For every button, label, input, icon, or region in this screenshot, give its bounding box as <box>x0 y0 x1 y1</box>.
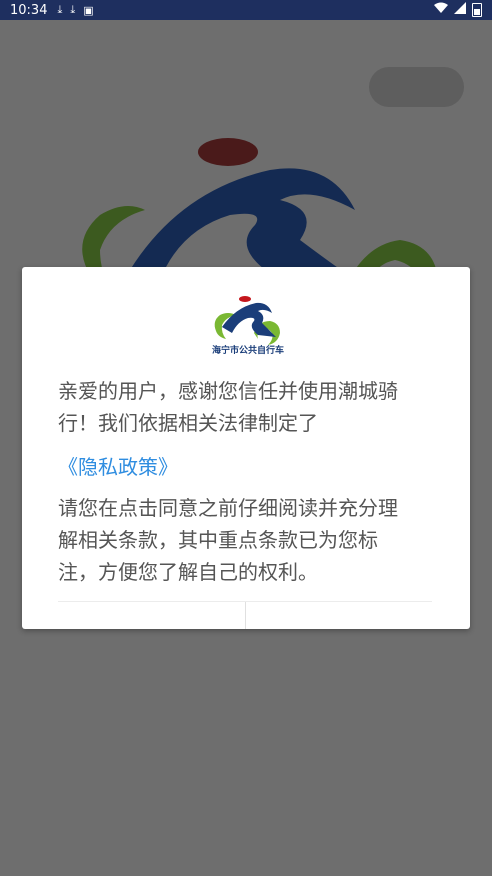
privacy-intro-text: 亲爱的用户，感谢您信任并使用潮城骑行！我们依据相关法律制定了 <box>58 379 398 435</box>
privacy-policy-link[interactable]: 《隐私政策》 <box>58 451 178 483</box>
disagree-button[interactable] <box>58 602 244 629</box>
status-bar: 10:34 ⤓ ⤓ ▣ <box>0 0 492 20</box>
privacy-dialog: 海宁市公共自行车 亲爱的用户，感谢您信任并使用潮城骑行！我们依据相关法律制定了 … <box>22 267 470 629</box>
logo-caption: 海宁市公共自行车 <box>211 346 284 356</box>
system-icons <box>434 2 482 18</box>
battery-icon <box>472 3 482 17</box>
download-icon: ⤓ <box>70 3 76 16</box>
download-icon: ⤓ <box>57 3 63 16</box>
skip-button[interactable] <box>369 67 464 107</box>
wifi-icon <box>434 2 448 18</box>
signal-icon <box>454 2 466 18</box>
agree-button[interactable] <box>246 602 432 629</box>
privacy-detail-text: 请您在点击同意之前仔细阅读并充分理解相关条款，其中重点条款已为您标注，方便您了解… <box>58 496 398 584</box>
status-time: 10:34 <box>10 2 48 18</box>
a-icon: ▣ <box>83 3 94 17</box>
